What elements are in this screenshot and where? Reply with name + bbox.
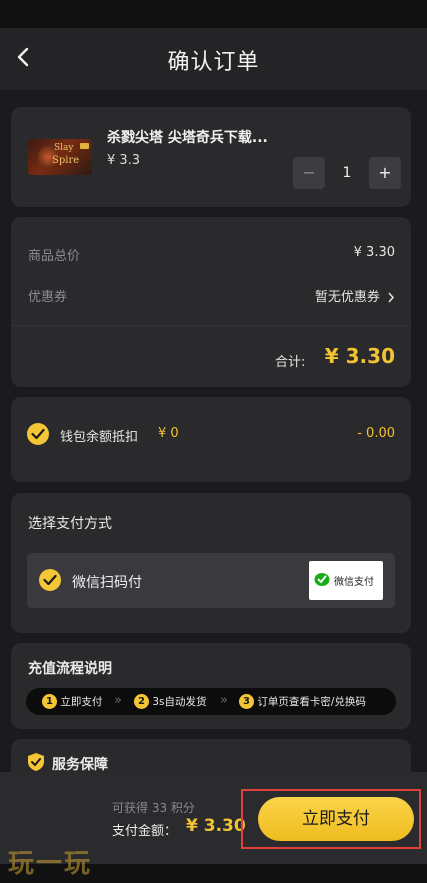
payment-method-label: 微信扫码付 — [72, 575, 142, 591]
step-label: 3s自动发货 — [152, 696, 207, 708]
step-separator-icon: » — [114, 693, 122, 708]
payment-section-title: 选择支付方式 — [28, 516, 112, 532]
shield-check-icon — [28, 753, 44, 771]
step-3: 3 订单页查看卡密/兑换码 — [239, 694, 366, 709]
wechat-logo-icon — [314, 573, 330, 586]
chevron-right-icon — [388, 292, 395, 303]
coupon-label: 优惠券 — [28, 290, 68, 305]
thumb-text: Spire — [52, 155, 80, 166]
watermark-logo: 玩一玩 — [8, 849, 93, 879]
thumb-text: Slay — [54, 143, 74, 153]
wallet-label: 钱包余额抵扣 — [60, 430, 139, 445]
pay-button-highlight: 立即支付 — [241, 789, 421, 849]
step-number: 1 — [42, 694, 57, 709]
amount-value: ¥ 3.30 — [186, 816, 246, 836]
wallet-balance: ¥ 0 — [158, 426, 179, 441]
wallet-card: 钱包余额抵扣 ¥ 0 - 0.00 — [11, 397, 411, 482]
total-value: ¥ 3.30 — [353, 245, 395, 260]
step-2: 2 3s自动发货 — [134, 694, 207, 709]
thumb-badge-icon — [80, 143, 89, 149]
payment-method-card: 选择支付方式 微信扫码付 微信支付 — [11, 493, 411, 633]
payment-checkbox-icon — [39, 569, 61, 591]
product-price: ¥ 3.3 — [107, 153, 141, 168]
step-number: 2 — [134, 694, 149, 709]
payment-option-wechat[interactable]: 微信扫码付 微信支付 — [27, 553, 395, 608]
status-bar — [0, 0, 427, 28]
step-label: 订单页查看卡密/兑换码 — [257, 696, 366, 708]
sum-label: 合计: — [275, 355, 306, 370]
wechat-pay-badge: 微信支付 — [309, 561, 383, 600]
amount-label: 支付金额： — [112, 824, 178, 839]
product-card: Slay Spire 杀戮尖塔 尖塔奇兵下载... ¥ 3.3 − 1 + — [11, 107, 411, 207]
sum-value: ¥ 3.30 — [324, 344, 395, 368]
quantity-input[interactable]: 1 — [329, 157, 365, 189]
total-label: 商品总价 — [28, 249, 81, 264]
coupon-value: 暂无优惠券 — [314, 290, 380, 305]
process-card: 充值流程说明 1 立即支付 » 2 3s自动发货 » 3 订单页查看卡密/兑换码 — [11, 643, 411, 729]
quantity-stepper: − 1 + — [293, 157, 401, 189]
guarantee-title: 服务保障 — [52, 757, 108, 773]
decrement-button[interactable]: − — [293, 157, 325, 189]
price-summary-card: 商品总价 ¥ 3.30 优惠券 暂无优惠券 合计: ¥ 3.30 — [11, 217, 411, 387]
process-steps: 1 立即支付 » 2 3s自动发货 » 3 订单页查看卡密/兑换码 — [26, 688, 396, 715]
points-text: 可获得 33 积分 — [112, 801, 195, 815]
app-header: 确认订单 — [0, 28, 427, 90]
coupon-selector[interactable]: 暂无优惠券 — [315, 286, 395, 305]
process-title: 充值流程说明 — [28, 661, 112, 677]
product-name[interactable]: 杀戮尖塔 尖塔奇兵下载... — [107, 127, 268, 147]
step-label: 立即支付 — [60, 696, 103, 708]
wechat-badge-label: 微信支付 — [334, 577, 374, 588]
step-number: 3 — [239, 694, 254, 709]
wallet-deduction: - 0.00 — [357, 426, 395, 441]
pay-now-button[interactable]: 立即支付 — [258, 797, 414, 841]
divider — [11, 325, 411, 326]
product-thumbnail: Slay Spire — [28, 139, 92, 175]
increment-button[interactable]: + — [369, 157, 401, 189]
page-title: 确认订单 — [167, 50, 260, 75]
wallet-checkbox-icon[interactable] — [27, 423, 49, 445]
step-1: 1 立即支付 — [42, 694, 102, 709]
step-separator-icon: » — [220, 693, 228, 708]
